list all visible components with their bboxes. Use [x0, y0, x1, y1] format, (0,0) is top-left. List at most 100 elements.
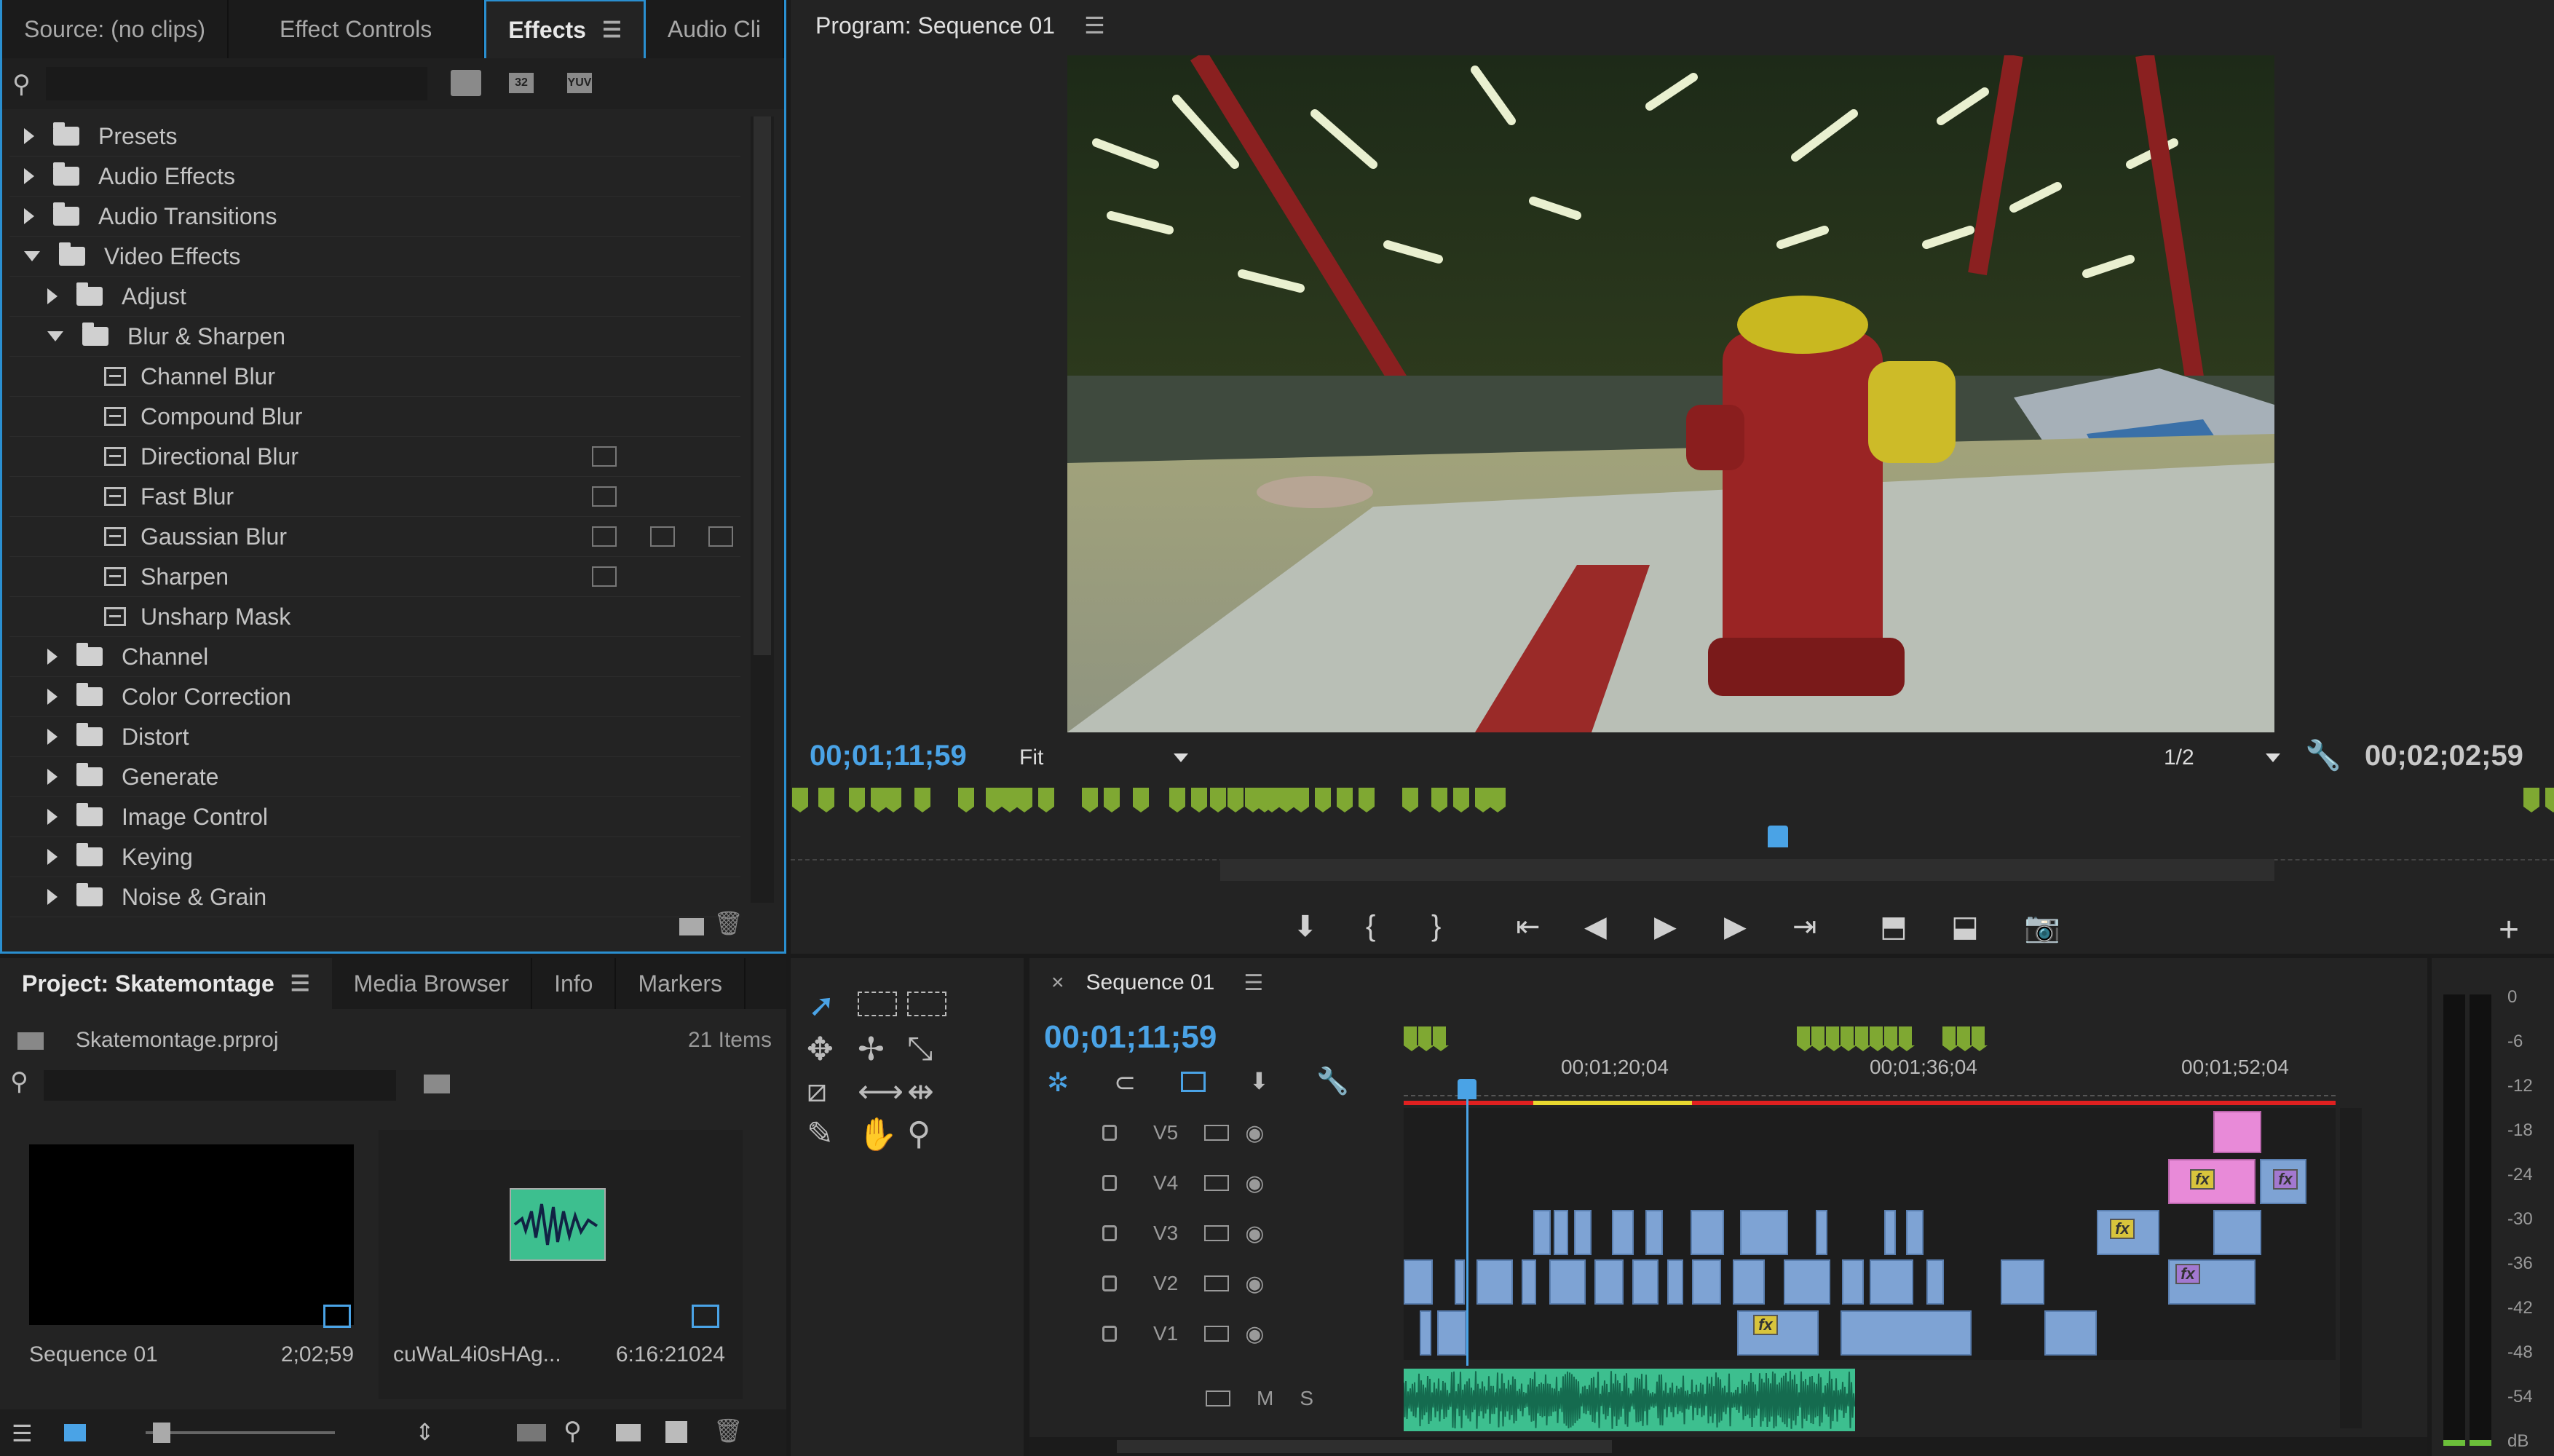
- lock-icon[interactable]: [1102, 1225, 1117, 1241]
- zoom-slider-thumb[interactable]: [153, 1423, 170, 1443]
- effects-tree-folder[interactable]: Distort: [9, 717, 740, 757]
- clip[interactable]: [1870, 1259, 1913, 1305]
- marker[interactable]: [1972, 1026, 1988, 1051]
- clip[interactable]: [1884, 1210, 1896, 1255]
- marker[interactable]: [1278, 788, 1294, 812]
- pen-tool-icon[interactable]: ✎: [807, 1115, 834, 1152]
- wrench-icon[interactable]: 🔧: [2305, 738, 2341, 772]
- timeline-vscrollbar[interactable]: [2340, 1108, 2362, 1428]
- timeline-playhead[interactable]: [1458, 1079, 1476, 1099]
- snap-icon[interactable]: ✲: [1047, 1067, 1069, 1098]
- expand-triangle-icon[interactable]: [47, 689, 58, 705]
- clip[interactable]: [1733, 1259, 1765, 1305]
- expand-triangle-icon[interactable]: [47, 769, 58, 785]
- mark-in-icon[interactable]: {: [1366, 910, 1375, 943]
- marker[interactable]: [1475, 788, 1491, 812]
- marker[interactable]: [1797, 1026, 1813, 1051]
- effects-tree-item[interactable]: Compound Blur: [9, 397, 740, 437]
- marker[interactable]: [1082, 788, 1098, 812]
- effects-tree-item[interactable]: Gaussian Blur: [9, 517, 740, 557]
- effects-scrollbar[interactable]: [751, 116, 774, 903]
- slip-tool-icon[interactable]: ⟷: [858, 1073, 904, 1110]
- marker[interactable]: [1453, 788, 1469, 812]
- marker[interactable]: [1293, 788, 1309, 812]
- clip[interactable]: [1455, 1259, 1465, 1305]
- add-marker-icon[interactable]: ⬇: [1249, 1067, 1269, 1095]
- clip[interactable]: [1522, 1259, 1536, 1305]
- zoom-tool-icon[interactable]: ⚲: [907, 1115, 930, 1152]
- play-icon[interactable]: ▶: [1654, 910, 1677, 943]
- mark-out-icon[interactable]: }: [1431, 910, 1441, 943]
- video-track-area[interactable]: fx fx fx fx fx: [1404, 1108, 2336, 1360]
- tab-source[interactable]: Source: (no clips): [2, 0, 229, 58]
- clip[interactable]: [1816, 1210, 1827, 1255]
- effects-tree-item[interactable]: Sharpen: [9, 557, 740, 597]
- expand-triangle-icon[interactable]: [47, 889, 58, 905]
- clip[interactable]: [1476, 1259, 1513, 1305]
- effects-tree-folder[interactable]: Audio Effects: [9, 157, 740, 197]
- clip[interactable]: [1691, 1210, 1724, 1255]
- marker[interactable]: [1104, 788, 1120, 812]
- clip[interactable]: [1667, 1259, 1683, 1305]
- linked-selection-icon[interactable]: ⊂: [1114, 1067, 1136, 1098]
- marker[interactable]: [1404, 1026, 1420, 1051]
- clip[interactable]: [1549, 1259, 1586, 1305]
- marker[interactable]: [1855, 1026, 1871, 1051]
- marker[interactable]: [2523, 788, 2539, 812]
- effects-tree-item[interactable]: Fast Blur: [9, 477, 740, 517]
- track-header[interactable]: V3 ◉: [1029, 1208, 1423, 1258]
- new-bin-icon[interactable]: [616, 1424, 641, 1441]
- audio-clip[interactable]: [1404, 1369, 1855, 1431]
- eye-icon[interactable]: ◉: [1245, 1271, 1264, 1297]
- expand-triangle-icon[interactable]: [24, 168, 34, 184]
- panel-menu-icon[interactable]: ☰: [1084, 12, 1105, 39]
- effects-tree-folder[interactable]: Channel: [9, 637, 740, 677]
- marker[interactable]: [1826, 1026, 1842, 1051]
- track-header[interactable]: V4 ◉: [1029, 1158, 1423, 1208]
- close-icon[interactable]: ×: [1051, 970, 1064, 995]
- marker[interactable]: [1359, 788, 1375, 812]
- new-folder-icon[interactable]: [679, 918, 704, 935]
- extract-icon[interactable]: ⬓: [1951, 910, 1979, 943]
- marker[interactable]: [1811, 1026, 1827, 1051]
- eye-icon[interactable]: ◉: [1245, 1171, 1264, 1196]
- marker[interactable]: [1942, 1026, 1958, 1051]
- marker[interactable]: [914, 788, 930, 812]
- insert-overwrite-icon[interactable]: [1181, 1072, 1206, 1092]
- clip[interactable]: [1784, 1259, 1830, 1305]
- collapse-triangle-icon[interactable]: [47, 331, 63, 341]
- accelerated-effects-icon[interactable]: [451, 70, 481, 96]
- lock-icon[interactable]: [1102, 1275, 1117, 1291]
- ripple-edit-tool-icon[interactable]: ✥: [807, 1031, 834, 1068]
- track-select-backward-icon[interactable]: [907, 992, 946, 1016]
- lift-icon[interactable]: ⬒: [1880, 910, 1907, 943]
- clip[interactable]: [1437, 1310, 1466, 1356]
- expand-triangle-icon[interactable]: [47, 288, 58, 304]
- clip[interactable]: [1420, 1310, 1431, 1356]
- trash-icon[interactable]: 🗑: [713, 1417, 743, 1444]
- marker[interactable]: [849, 788, 865, 812]
- sync-lock-icon[interactable]: [1204, 1175, 1230, 1191]
- track-select-tool-icon[interactable]: [858, 992, 897, 1016]
- clip[interactable]: fx: [1737, 1310, 1819, 1356]
- marker[interactable]: [1490, 788, 1506, 812]
- eye-icon[interactable]: ◉: [1245, 1221, 1264, 1246]
- go-to-in-icon[interactable]: ⇤: [1516, 910, 1541, 943]
- sync-lock-icon[interactable]: [1204, 1326, 1230, 1342]
- find-icon[interactable]: [424, 1075, 450, 1093]
- tab-sequence[interactable]: Sequence 01: [1086, 970, 1215, 995]
- monitor-time-ruler[interactable]: [791, 837, 2554, 860]
- clip[interactable]: [2044, 1310, 2097, 1356]
- effects-tree-folder[interactable]: Blur & Sharpen: [9, 317, 740, 357]
- marker[interactable]: [1016, 788, 1032, 812]
- clip[interactable]: [1574, 1210, 1592, 1255]
- marker[interactable]: [792, 788, 808, 812]
- track-header[interactable]: V2 ◉: [1029, 1259, 1423, 1308]
- clip[interactable]: [1533, 1210, 1551, 1255]
- zoom-slider[interactable]: [146, 1431, 335, 1434]
- expand-triangle-icon[interactable]: [24, 208, 34, 224]
- marker[interactable]: [1899, 1026, 1915, 1051]
- marker[interactable]: [1402, 788, 1418, 812]
- marker[interactable]: [958, 788, 974, 812]
- project-search-input[interactable]: [44, 1070, 396, 1101]
